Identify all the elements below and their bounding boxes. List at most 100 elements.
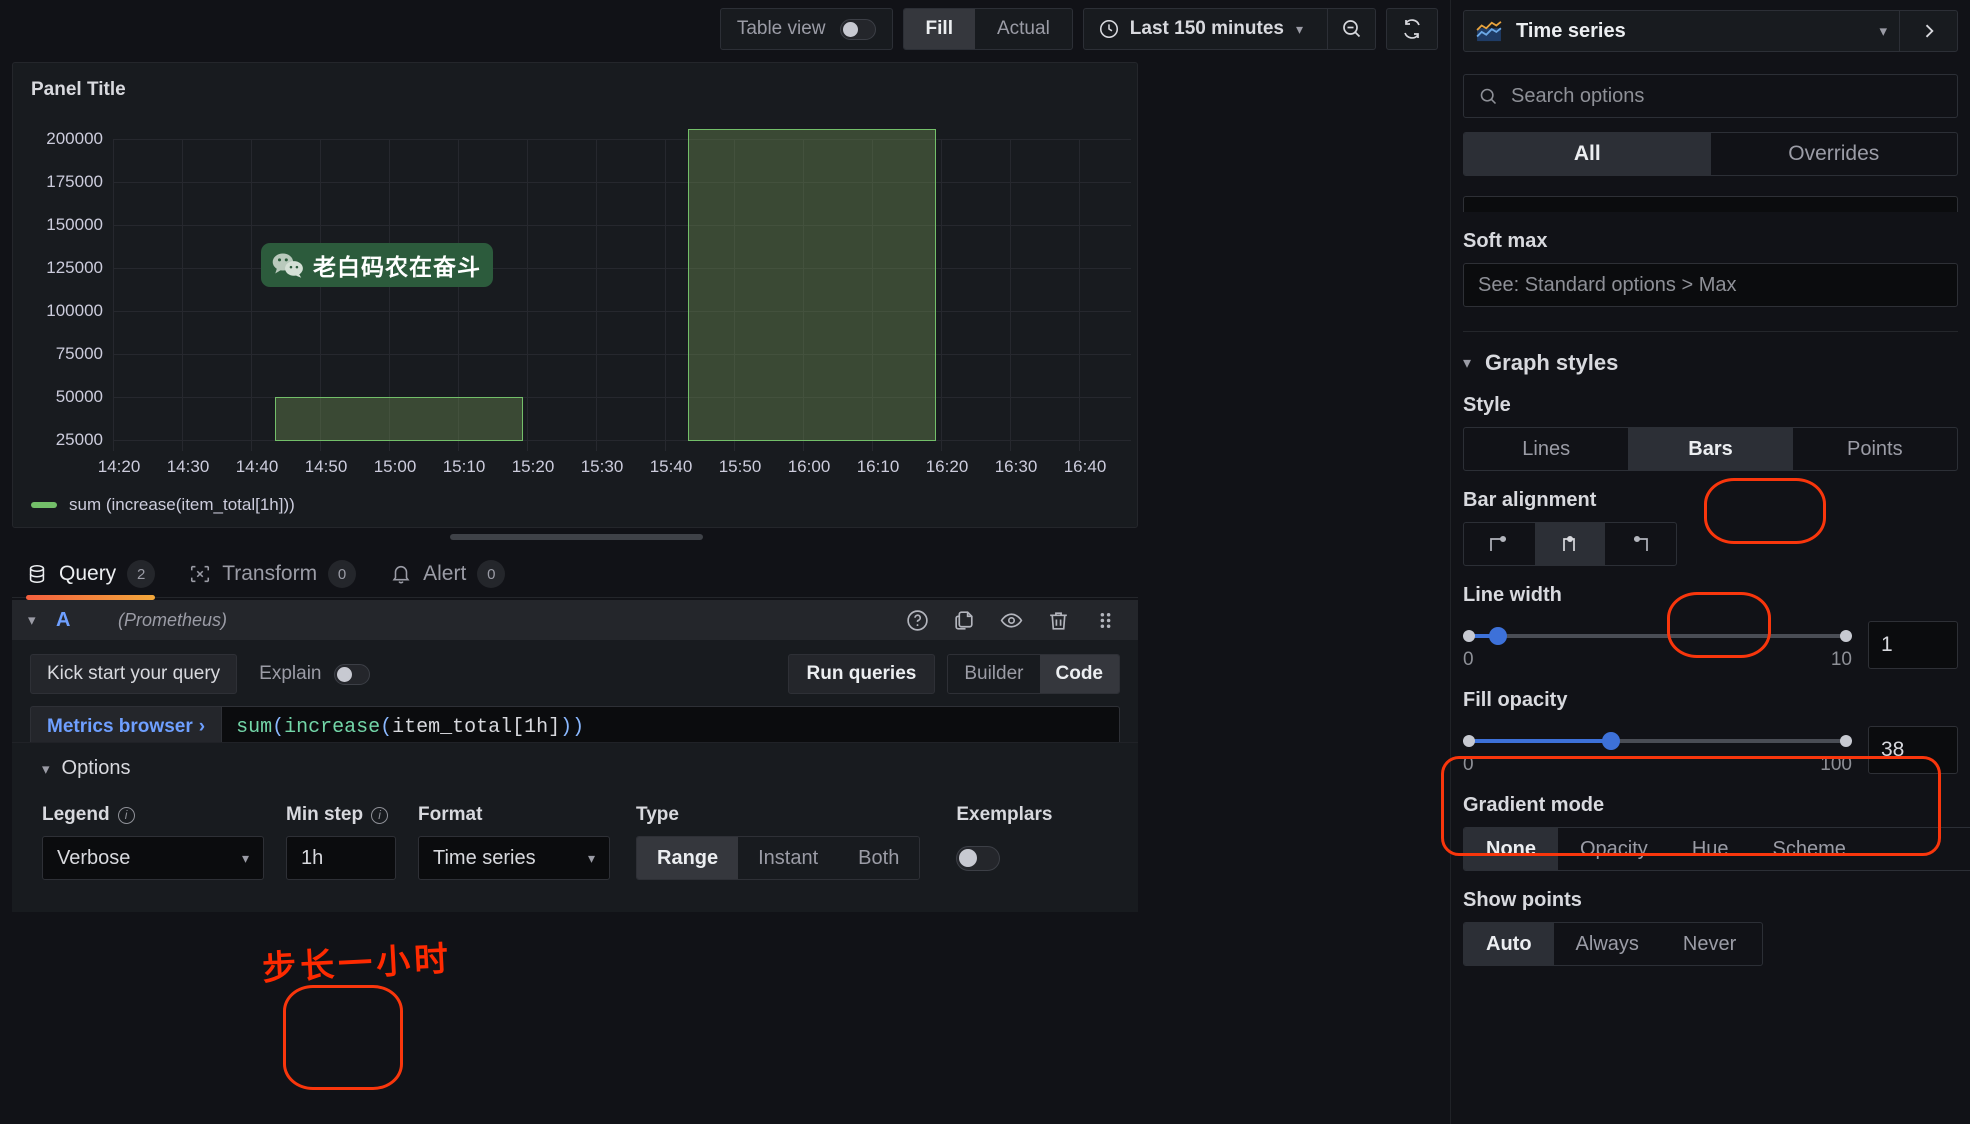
timeseries-icon — [1476, 20, 1502, 42]
refresh-button[interactable] — [1386, 8, 1438, 50]
legend-field-label: Legend i — [42, 804, 264, 826]
search-options-placeholder: Search options — [1511, 85, 1644, 108]
gradient-mode-opacity[interactable]: Opacity — [1558, 828, 1670, 870]
visualization-picker-main[interactable]: Time series ▾ — [1464, 20, 1899, 43]
run-queries-button[interactable]: Run queries — [788, 654, 936, 694]
handwritten-annotation: 步长一小时 — [261, 931, 453, 990]
x-tick: 16:20 — [926, 457, 969, 477]
bar-alignment-center-icon[interactable] — [1535, 523, 1606, 565]
line-width-slider[interactable]: 0 10 — [1463, 621, 1852, 671]
expr-token-close: )) — [560, 716, 584, 739]
line-width-value: 1 — [1881, 633, 1893, 657]
clipped-field-above — [1463, 196, 1958, 212]
tab-all[interactable]: All — [1464, 133, 1711, 175]
min-step-input[interactable]: 1h — [286, 836, 396, 880]
tab-transform-count: 0 — [328, 560, 356, 588]
explain-toggle[interactable]: Explain — [259, 663, 369, 685]
line-width-label: Line width — [1463, 584, 1958, 607]
search-options-box[interactable]: Search options — [1463, 74, 1958, 118]
type-field-label: Type — [636, 804, 920, 826]
bar-alignment-before-icon[interactable] — [1464, 523, 1535, 565]
x-tick: 16:30 — [995, 457, 1038, 477]
query-row-header: ▾ A (Prometheus) — [12, 600, 1138, 640]
gradient-mode-scheme[interactable]: Scheme — [1751, 828, 1868, 870]
chart-legend[interactable]: sum (increase(item_total[1h])) — [31, 495, 295, 515]
exemplars-switch[interactable] — [956, 846, 1000, 871]
fill-opacity-slider[interactable]: 0 100 — [1463, 726, 1852, 776]
tab-overrides[interactable]: Overrides — [1711, 133, 1958, 175]
code-option[interactable]: Code — [1040, 655, 1120, 693]
gradient-mode-label: Gradient mode — [1463, 794, 1958, 817]
slider-thumb[interactable] — [1602, 732, 1620, 750]
collapse-options-pane-button[interactable] — [1899, 10, 1957, 52]
bar-alignment-segment — [1463, 522, 1677, 566]
tab-transform[interactable]: Transform 0 — [189, 551, 356, 597]
y-tick: 100000 — [46, 301, 103, 321]
builder-option[interactable]: Builder — [948, 655, 1039, 693]
show-points-always[interactable]: Always — [1554, 923, 1661, 965]
legend-select[interactable]: Verbose ▾ — [42, 836, 264, 880]
tab-query[interactable]: Query 2 — [26, 551, 155, 597]
explain-switch[interactable] — [334, 664, 370, 685]
fill-opacity-value-input[interactable]: 38 — [1868, 726, 1958, 774]
table-view-toggle[interactable]: Table view — [720, 8, 893, 50]
help-icon[interactable] — [905, 608, 930, 633]
x-tick: 15:10 — [443, 457, 486, 477]
tab-alert[interactable]: Alert 0 — [390, 551, 505, 597]
bar-alignment-after-icon[interactable] — [1605, 523, 1676, 565]
show-points-never[interactable]: Never — [1661, 923, 1758, 965]
line-width-value-input[interactable]: 1 — [1868, 621, 1958, 669]
format-select[interactable]: Time series ▾ — [418, 836, 610, 880]
gradient-mode-hue[interactable]: Hue — [1670, 828, 1751, 870]
fill-option[interactable]: Fill — [904, 9, 975, 49]
fill-opacity-track[interactable] — [1463, 732, 1852, 750]
info-icon[interactable]: i — [371, 807, 388, 824]
chevron-down-icon[interactable]: ▾ — [28, 611, 56, 629]
legend-label: sum (increase(item_total[1h])) — [69, 495, 295, 515]
style-option-points[interactable]: Points — [1793, 428, 1957, 470]
kick-start-query-button[interactable]: Kick start your query — [30, 654, 237, 694]
visualization-options-pane: Time series ▾ Search options All Ov — [1450, 0, 1970, 1124]
actual-option[interactable]: Actual — [975, 9, 1072, 49]
chevron-down-icon: ▾ — [42, 760, 50, 778]
query-editor-right-controls: Run queries Builder Code — [788, 654, 1120, 694]
fill-opacity-min: 0 — [1463, 754, 1474, 776]
line-width-min: 0 — [1463, 649, 1474, 671]
y-axis-labels: 200000 175000 150000 125000 100000 75000… — [13, 121, 111, 451]
gridline-h — [113, 397, 1131, 398]
slider-thumb[interactable] — [1489, 627, 1507, 645]
gridline-h — [113, 182, 1131, 183]
query-ref-id[interactable]: A — [56, 609, 118, 632]
graph-styles-title: Graph styles — [1485, 350, 1618, 376]
style-option-bars[interactable]: Bars — [1628, 428, 1792, 470]
type-option-both[interactable]: Both — [838, 837, 919, 879]
graph-styles-header[interactable]: ▾ Graph styles — [1463, 350, 1958, 376]
panel-scrollbar[interactable] — [450, 534, 703, 540]
gradient-mode-none[interactable]: None — [1464, 828, 1558, 870]
exemplars-toggle-wrap — [956, 836, 1052, 880]
table-view-switch[interactable] — [840, 19, 876, 40]
soft-max-input[interactable]: See: Standard options > Max — [1463, 263, 1958, 307]
zoom-out-button[interactable] — [1327, 8, 1375, 50]
fill-opacity-label: Fill opacity — [1463, 689, 1958, 712]
refresh-button-inner[interactable] — [1387, 8, 1437, 50]
chevron-down-icon: ▾ — [1879, 22, 1887, 40]
line-width-track[interactable] — [1463, 627, 1852, 645]
editor-tabs: Query 2 Transform 0 — [12, 550, 1138, 598]
duplicate-icon[interactable] — [952, 608, 977, 633]
clock-icon — [1098, 18, 1120, 40]
line-width-field: Line width 0 10 1 — [1463, 584, 1958, 671]
eye-icon[interactable] — [999, 608, 1024, 633]
trash-icon[interactable] — [1046, 608, 1071, 633]
info-icon[interactable]: i — [118, 807, 135, 824]
time-range-picker[interactable]: Last 150 minutes ▾ — [1083, 8, 1376, 50]
type-option-instant[interactable]: Instant — [738, 837, 838, 879]
type-option-range[interactable]: Range — [637, 837, 738, 879]
style-option-lines[interactable]: Lines — [1464, 428, 1628, 470]
drag-handle-icon[interactable] — [1093, 608, 1118, 633]
wechat-watermark: 老白码农在奋斗 — [261, 243, 493, 287]
options-header[interactable]: ▾ Options — [42, 757, 1120, 780]
show-points-auto[interactable]: Auto — [1464, 923, 1554, 965]
explain-label: Explain — [259, 663, 321, 685]
top-toolbar: Table view Fill Actual Last 150 minutes … — [0, 0, 1450, 58]
